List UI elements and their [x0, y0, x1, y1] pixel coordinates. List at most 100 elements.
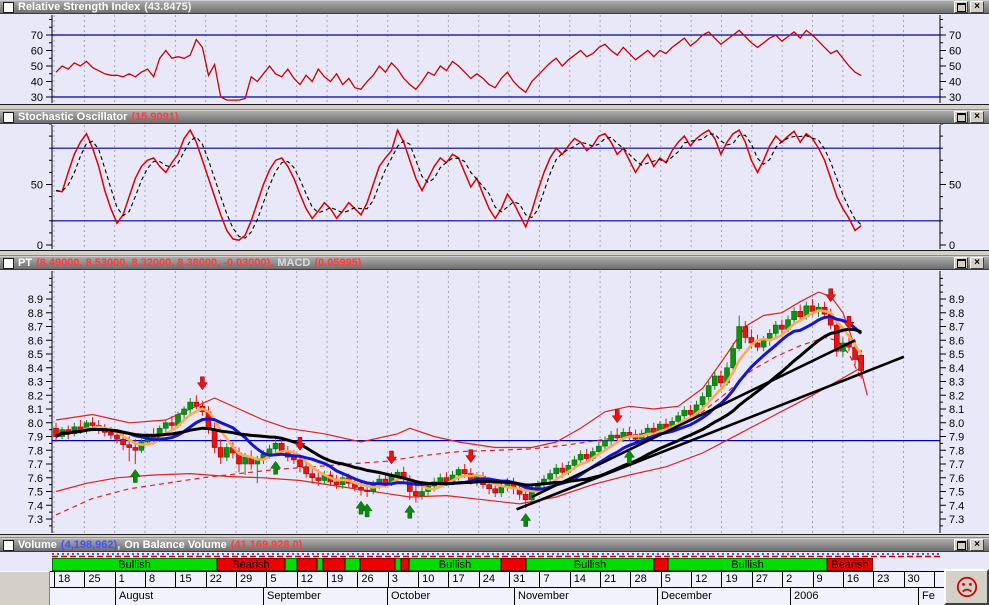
- volume-value: (4,198,962): [60, 539, 118, 551]
- svg-text:7.7: 7.7: [949, 459, 964, 471]
- week-tick-label: 2: [782, 572, 812, 587]
- signal-segment-bear: [360, 558, 395, 571]
- volume-title: Volume: [18, 539, 57, 551]
- stochastic-value: (15.9091): [131, 111, 179, 123]
- week-tick-label: 10: [418, 572, 448, 587]
- status-button[interactable]: [944, 569, 989, 605]
- svg-text:8.1: 8.1: [949, 404, 964, 416]
- week-tick-label: 27: [751, 572, 782, 587]
- week-tick-label: 9: [812, 572, 843, 587]
- restore-panel-button[interactable]: [954, 539, 968, 551]
- svg-text:7.8: 7.8: [949, 445, 964, 457]
- svg-text:50: 50: [31, 180, 43, 192]
- rsi-plot[interactable]: 30 30 40 40 50 50 60 60 70 70: [31, 15, 962, 104]
- week-tick-label: 16: [842, 572, 873, 587]
- svg-text:7.5: 7.5: [28, 487, 43, 499]
- week-tick-label: 19: [327, 572, 357, 587]
- volume-sliver-plot[interactable]: [52, 553, 940, 558]
- signal-segment-bull: Bullish: [526, 558, 654, 571]
- restore-icon: [956, 258, 966, 268]
- svg-text:8.7: 8.7: [28, 322, 43, 334]
- restore-icon: [956, 2, 966, 12]
- macd-label: MACD: [277, 257, 311, 269]
- price-panel-header[interactable]: PT (8.49000, 8.53000, 8.32000, 8.38000, …: [0, 256, 989, 270]
- price-plot[interactable]: 7.3 7.37.4 7.47.5 7.57.6 7.67.7 7.77.8 7.87.9 7…: [28, 271, 965, 533]
- week-tick-label: 8: [145, 572, 175, 587]
- svg-text:50: 50: [949, 180, 961, 192]
- restore-panel-button[interactable]: [954, 111, 968, 123]
- week-tick-label: 18: [54, 572, 84, 587]
- svg-text:40: 40: [949, 77, 961, 89]
- svg-text:7.6: 7.6: [28, 473, 43, 485]
- month-label: December: [657, 588, 797, 605]
- svg-text:8.8: 8.8: [28, 308, 43, 320]
- week-tick-label: 1: [114, 572, 145, 587]
- week-tick-label: 5: [266, 572, 296, 587]
- panel-checkbox-icon[interactable]: [3, 257, 14, 269]
- rsi-value: (43.8475): [144, 1, 192, 13]
- month-label: October: [387, 588, 527, 605]
- rsi-title: Relative Strength Index: [18, 1, 141, 13]
- month-label: September: [263, 588, 403, 605]
- price-separator: ,: [270, 257, 274, 269]
- close-panel-button[interactable]: ×: [970, 111, 984, 123]
- svg-text:7.7: 7.7: [28, 459, 43, 471]
- week-tick-label: 22: [205, 572, 236, 587]
- svg-text:7.4: 7.4: [949, 500, 964, 512]
- restore-icon: [956, 112, 966, 122]
- close-panel-button[interactable]: ×: [970, 1, 984, 13]
- svg-text:8.0: 8.0: [28, 418, 43, 430]
- panel-checkbox-icon[interactable]: [3, 1, 14, 13]
- week-tick-label: 31: [509, 572, 539, 587]
- month-label: August: [115, 588, 255, 605]
- signal-segment-bull: [345, 558, 360, 571]
- svg-text:8.2: 8.2: [28, 390, 43, 402]
- svg-text:60: 60: [31, 46, 43, 58]
- month-label: 2006: [790, 588, 930, 605]
- week-tick-label: 30: [903, 572, 934, 587]
- svg-text:8.6: 8.6: [28, 335, 43, 347]
- signal-segment-bear: [401, 558, 409, 571]
- week-tick-label: 12: [691, 572, 721, 587]
- close-panel-button[interactable]: ×: [970, 539, 984, 551]
- month-label: November: [514, 588, 654, 605]
- svg-text:7.6: 7.6: [949, 473, 964, 485]
- week-tick-label: 25: [84, 572, 114, 587]
- signal-segment-bear: [654, 558, 668, 571]
- svg-text:8.1: 8.1: [28, 404, 43, 416]
- restore-panel-button[interactable]: [954, 257, 968, 269]
- panel-checkbox-icon[interactable]: [3, 539, 14, 551]
- week-tick-label: 17: [448, 572, 478, 587]
- close-icon: ×: [974, 257, 980, 268]
- volume-panel-header[interactable]: Volume (4,198,962) , On Balance Volume (…: [0, 538, 989, 552]
- restore-panel-button[interactable]: [954, 1, 968, 13]
- signal-segment-bull: Bullish: [668, 558, 827, 571]
- svg-text:8.3: 8.3: [28, 377, 43, 389]
- signal-strip: Bullish Bearish Bullish Bullish Bullish Beari…: [0, 558, 989, 571]
- week-tick-label: 14: [569, 572, 600, 587]
- svg-text:8.9: 8.9: [949, 294, 964, 306]
- stochastic-title: Stochastic Oscillator: [18, 111, 128, 123]
- svg-text:60: 60: [949, 46, 961, 58]
- signal-segment-bear: [297, 558, 317, 571]
- stochastic-plot[interactable]: 0 050 50: [31, 123, 962, 252]
- week-tick-label: 3: [387, 572, 418, 587]
- svg-text:70: 70: [949, 30, 961, 42]
- week-tick-label: 23: [873, 572, 903, 587]
- stochastic-panel-header[interactable]: Stochastic Oscillator (15.9091) ×: [0, 110, 989, 124]
- svg-text:7.8: 7.8: [28, 445, 43, 457]
- chart-application-window: 30 30 40 40 50 50 60 60 70 70 0 0 50 50 7.3 7.3 7.4 7.4 7.…: [0, 0, 989, 605]
- close-panel-button[interactable]: ×: [970, 257, 984, 269]
- week-tick-label: 7: [539, 572, 569, 587]
- obv-label: On Balance Volume: [124, 539, 227, 551]
- svg-text:7.9: 7.9: [949, 432, 964, 444]
- rsi-panel-header[interactable]: Relative Strength Index (43.8475) ×: [0, 0, 989, 14]
- svg-text:7.3: 7.3: [28, 514, 43, 526]
- week-tick-label: 19: [721, 572, 751, 587]
- week-tick-label: 26: [357, 572, 387, 587]
- price-symbol: PT: [18, 257, 33, 269]
- svg-text:8.8: 8.8: [949, 308, 964, 320]
- week-tick-separator: [933, 572, 940, 587]
- svg-text:8.5: 8.5: [949, 349, 964, 361]
- panel-checkbox-icon[interactable]: [3, 111, 14, 123]
